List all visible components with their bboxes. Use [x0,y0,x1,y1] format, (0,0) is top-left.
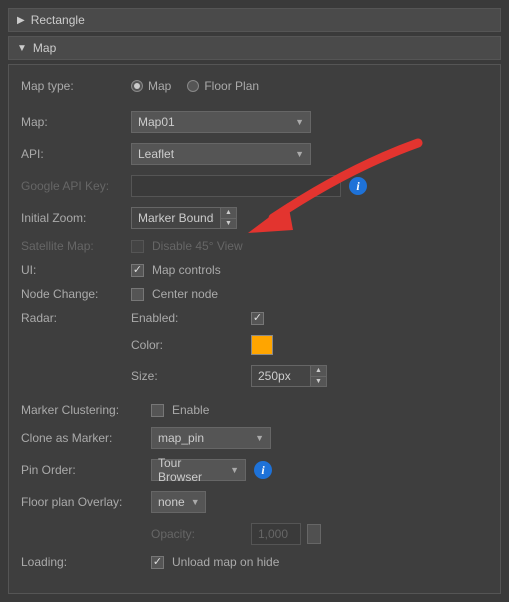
caret-down-icon: ▼ [191,497,200,507]
api-select[interactable]: Leaflet ▼ [131,143,311,165]
info-icon[interactable]: i [254,461,272,479]
google-key-label: Google API Key: [21,179,131,193]
overlay-value: none [158,495,185,509]
clustering-checkbox-label: Enable [172,403,209,417]
radar-enabled-label: Enabled: [131,311,251,325]
radar-size-input[interactable] [251,365,311,387]
opacity-slider [307,524,321,544]
loading-checkbox-label: Unload map on hide [172,555,279,569]
clustering-checkbox[interactable] [151,404,164,417]
node-change-checkbox[interactable] [131,288,144,301]
map-section-body: Map type: Map Floor Plan Map: Map01 ▼ [8,64,501,594]
loading-label: Loading: [21,555,151,569]
collapse-icon: ▼ [17,43,27,54]
google-key-input [131,175,341,197]
api-select-value: Leaflet [138,147,174,161]
map-select[interactable]: Map01 ▼ [131,111,311,133]
node-change-label: Node Change: [21,287,131,301]
info-icon[interactable]: i [349,177,367,195]
radar-color-label: Color: [131,338,251,352]
map-select-value: Map01 [138,115,175,129]
map-label: Map: [21,115,131,129]
opacity-numbox [251,523,301,545]
section-header-map[interactable]: ▼ Map [8,36,501,60]
overlay-label: Floor plan Overlay: [21,495,151,509]
radio-dot-icon [187,80,199,92]
clone-marker-label: Clone as Marker: [21,431,151,445]
radar-color-swatch[interactable] [251,335,273,355]
radar-size-label: Size: [131,369,251,383]
pin-order-label: Pin Order: [21,463,151,477]
stepper-up-icon[interactable]: ▲ [221,208,236,219]
section-header-rectangle[interactable]: ▶ Rectangle [8,8,501,32]
caret-down-icon: ▼ [255,433,264,443]
satellite-label: Satellite Map: [21,239,131,253]
api-label: API: [21,147,131,161]
satellite-checkbox-label: Disable 45° View [152,239,243,253]
stepper-down-icon[interactable]: ▼ [311,377,326,387]
opacity-label: Opacity: [151,527,251,541]
radar-label: Radar: [21,311,131,325]
caret-down-icon: ▼ [295,149,304,159]
ui-checkbox-label: Map controls [152,263,221,277]
satellite-checkbox [131,240,144,253]
node-change-checkbox-label: Center node [152,287,218,301]
radio-floor-plan[interactable]: Floor Plan [187,79,259,93]
radio-map[interactable]: Map [131,79,171,93]
initial-zoom-label: Initial Zoom: [21,211,131,225]
opacity-input [251,523,301,545]
stepper-up-icon[interactable]: ▲ [311,366,326,377]
radio-label: Floor Plan [204,79,259,93]
initial-zoom-input[interactable] [131,207,221,229]
expand-icon: ▶ [17,15,25,26]
pin-order-value: Tour Browser [158,456,224,484]
ui-checkbox[interactable] [131,264,144,277]
radar-size-numbox[interactable]: ▲ ▼ [251,365,327,387]
caret-down-icon: ▼ [295,117,304,127]
radar-enabled-checkbox[interactable] [251,312,264,325]
map-type-label: Map type: [21,79,131,93]
initial-zoom-stepper[interactable]: ▲ ▼ [131,207,237,229]
ui-label: UI: [21,263,131,277]
stepper-down-icon[interactable]: ▼ [221,219,236,229]
radio-dot-icon [131,80,143,92]
section-title: Map [33,41,56,55]
caret-down-icon: ▼ [230,465,239,475]
clone-marker-value: map_pin [158,431,204,445]
overlay-select[interactable]: none ▼ [151,491,206,513]
pin-order-select[interactable]: Tour Browser ▼ [151,459,246,481]
section-title: Rectangle [31,13,85,27]
radio-label: Map [148,79,171,93]
clustering-label: Marker Clustering: [21,403,151,417]
loading-checkbox[interactable] [151,556,164,569]
clone-marker-select[interactable]: map_pin ▼ [151,427,271,449]
